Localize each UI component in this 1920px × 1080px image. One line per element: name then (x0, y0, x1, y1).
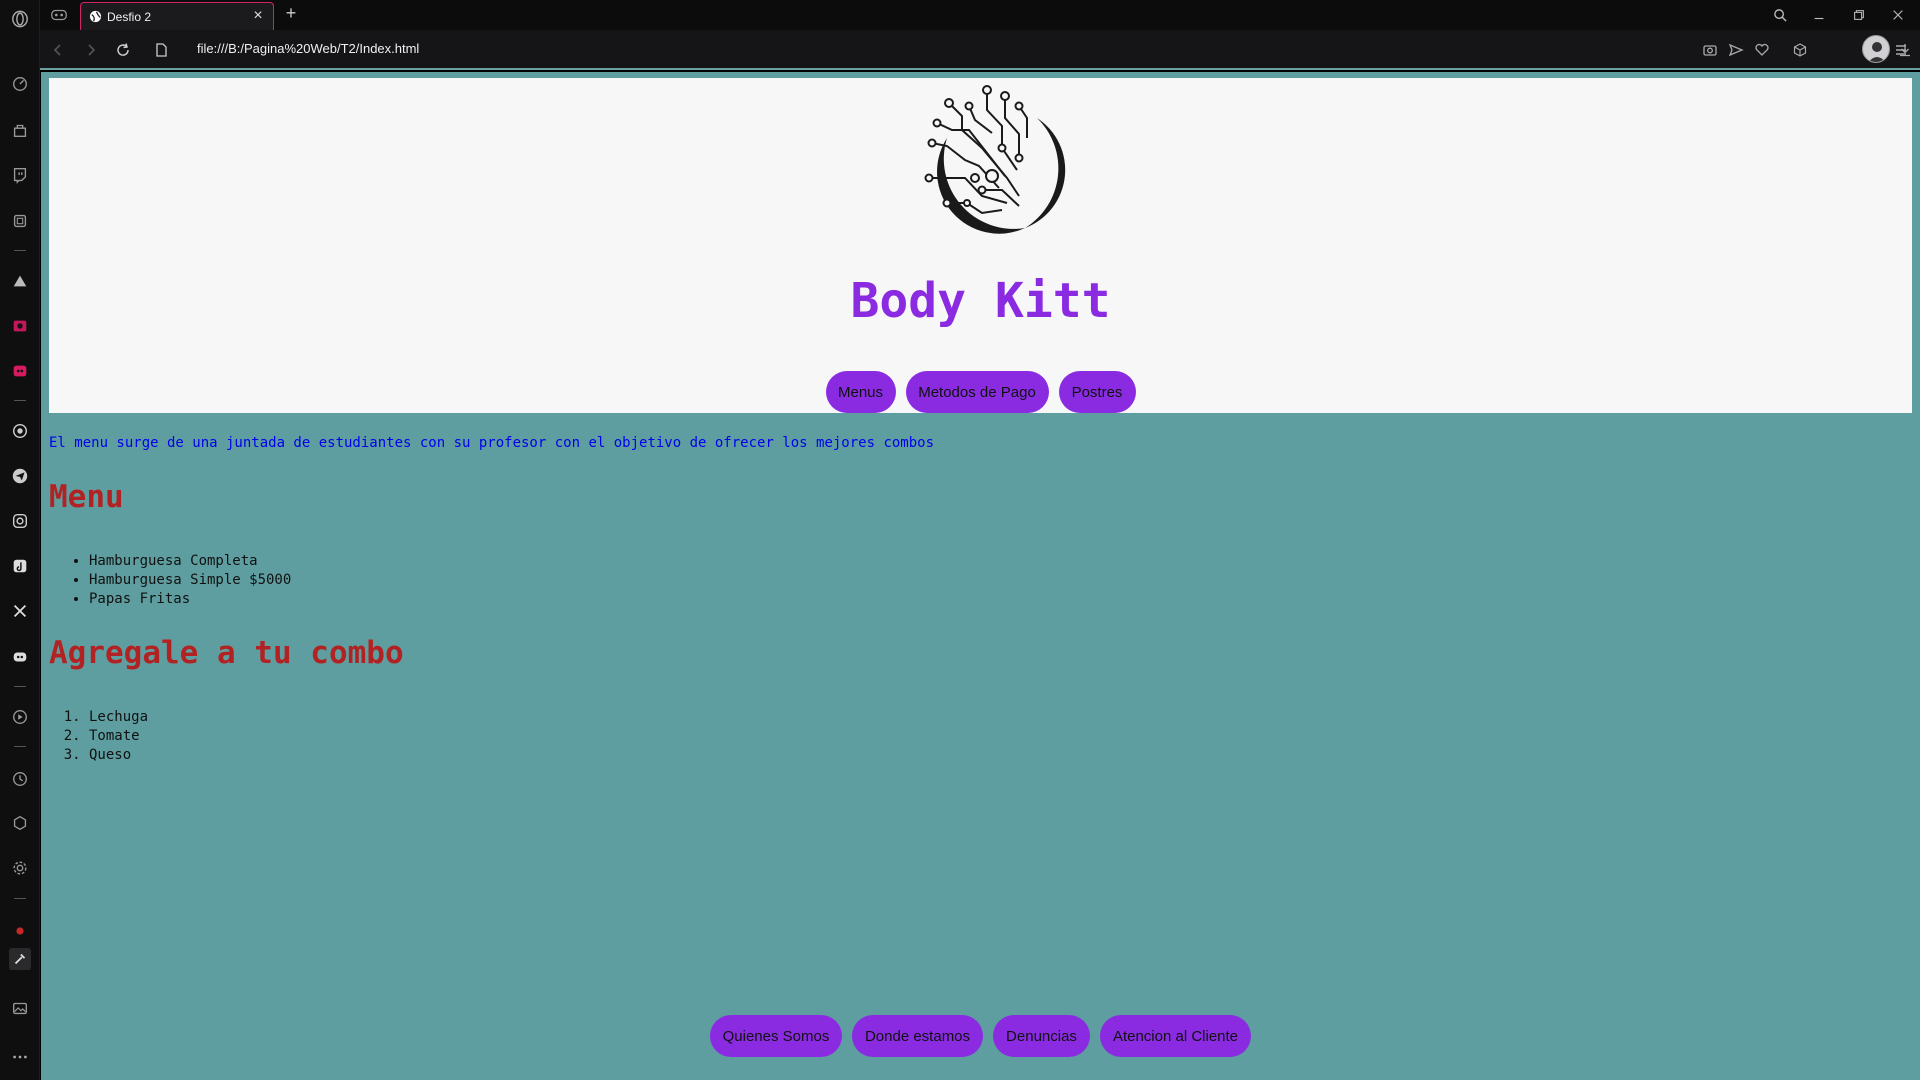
tab-search-icon[interactable] (1769, 4, 1791, 26)
menu-list: Hamburguesa Completa Hamburguesa Simple … (89, 552, 291, 609)
notification-badge-icon[interactable] (9, 920, 31, 942)
whatsapp-icon[interactable] (9, 420, 31, 442)
tools-icon[interactable] (9, 948, 31, 970)
donde-estamos-button[interactable]: Donde estamos (852, 1015, 983, 1057)
shop-icon[interactable] (9, 119, 31, 141)
settings-gear-icon[interactable] (9, 857, 31, 879)
opera-logo-icon[interactable] (9, 8, 31, 30)
combo-list: Lechuga Tomate Queso (89, 708, 148, 765)
header-nav: Menus Metodos de Pago Postres (49, 371, 1912, 413)
denuncias-button[interactable]: Denuncias (993, 1015, 1090, 1057)
tab-bar: Desfio 2 × + (40, 0, 1920, 30)
globe-icon (89, 10, 102, 23)
player-icon[interactable] (9, 315, 31, 337)
circuit-tree-logo (924, 85, 1066, 234)
extensions-icon[interactable] (9, 812, 31, 834)
reload-icon[interactable] (113, 40, 133, 60)
minimize-icon[interactable] (1808, 4, 1830, 26)
intro-link[interactable]: El menu surge de una juntada de estudian… (49, 435, 934, 451)
x-twitter-icon[interactable] (9, 600, 31, 622)
discord-icon[interactable] (9, 646, 31, 668)
restore-icon[interactable] (1848, 4, 1870, 26)
gallery-icon[interactable] (9, 997, 31, 1019)
send-icon[interactable] (1726, 40, 1746, 60)
easy-setup-menu-icon[interactable] (1891, 40, 1911, 60)
site-title: Body Kitt (850, 273, 1111, 329)
menus-button[interactable]: Menus (825, 371, 896, 413)
metodos-de-pago-button[interactable]: Metodos de Pago (905, 371, 1049, 413)
page-viewport: Body Kitt Menus Metodos de Pago Postres … (41, 72, 1920, 1080)
back-icon[interactable] (48, 40, 68, 60)
file-page-icon[interactable] (151, 40, 171, 60)
browser-window: Desfio 2 × + file:///B:/Pagina%20Web/T2/… (0, 0, 1920, 1080)
snapshot-icon[interactable] (1700, 40, 1720, 60)
extensions-cube-icon[interactable] (1790, 40, 1810, 60)
list-item: Papas Fritas (89, 590, 291, 609)
history-icon[interactable] (9, 768, 31, 790)
aria-icon[interactable] (9, 270, 31, 292)
list-item: Hamburguesa Simple $5000 (89, 571, 291, 590)
list-item: Hamburguesa Completa (89, 552, 291, 571)
combo-heading: Agregale a tu combo (49, 635, 404, 671)
ai-chip-icon[interactable] (9, 210, 31, 232)
bookmark-heart-icon[interactable] (1752, 40, 1772, 60)
active-tab[interactable]: Desfio 2 × (80, 2, 274, 30)
address-bar[interactable]: file:///B:/Pagina%20Web/T2/Index.html (197, 41, 419, 56)
sidebar-divider (14, 250, 26, 251)
new-tab-button[interactable]: + (282, 4, 300, 23)
telegram-icon[interactable] (9, 465, 31, 487)
footer-nav: Quienes Somos Donde estamos Denuncias At… (41, 1015, 1920, 1057)
tab-title: Desfio 2 (107, 9, 152, 24)
list-item: Tomate (89, 727, 148, 746)
quienes-somos-button[interactable]: Quienes Somos (710, 1015, 842, 1057)
messenger-app-icon[interactable] (9, 360, 31, 382)
speed-dial-icon[interactable] (9, 73, 31, 95)
postres-button[interactable]: Postres (1058, 371, 1136, 413)
close-window-icon[interactable] (1887, 4, 1909, 26)
tiktok-icon[interactable] (9, 555, 31, 577)
more-options-icon[interactable] (9, 1046, 31, 1068)
list-item: Lechuga (89, 708, 148, 727)
site-header: Body Kitt Menus Metodos de Pago Postres (49, 78, 1912, 413)
address-toolbar: file:///B:/Pagina%20Web/T2/Index.html (40, 30, 1920, 70)
sidebar-divider (14, 686, 26, 687)
menu-heading: Menu (49, 479, 124, 515)
sidebar-divider (14, 898, 26, 899)
sidebar-divider (14, 746, 26, 747)
forward-icon[interactable] (81, 40, 101, 60)
atencion-al-cliente-button[interactable]: Atencion al Cliente (1100, 1015, 1251, 1057)
music-player-icon[interactable] (9, 706, 31, 728)
instagram-icon[interactable] (9, 510, 31, 532)
twitch-icon[interactable] (9, 164, 31, 186)
sidebar-divider (14, 400, 26, 401)
workspaces-icon[interactable] (50, 7, 68, 23)
browser-sidebar (0, 0, 40, 1080)
list-item: Queso (89, 746, 148, 765)
tab-close-icon[interactable]: × (251, 7, 265, 24)
profile-avatar[interactable] (1862, 35, 1890, 63)
